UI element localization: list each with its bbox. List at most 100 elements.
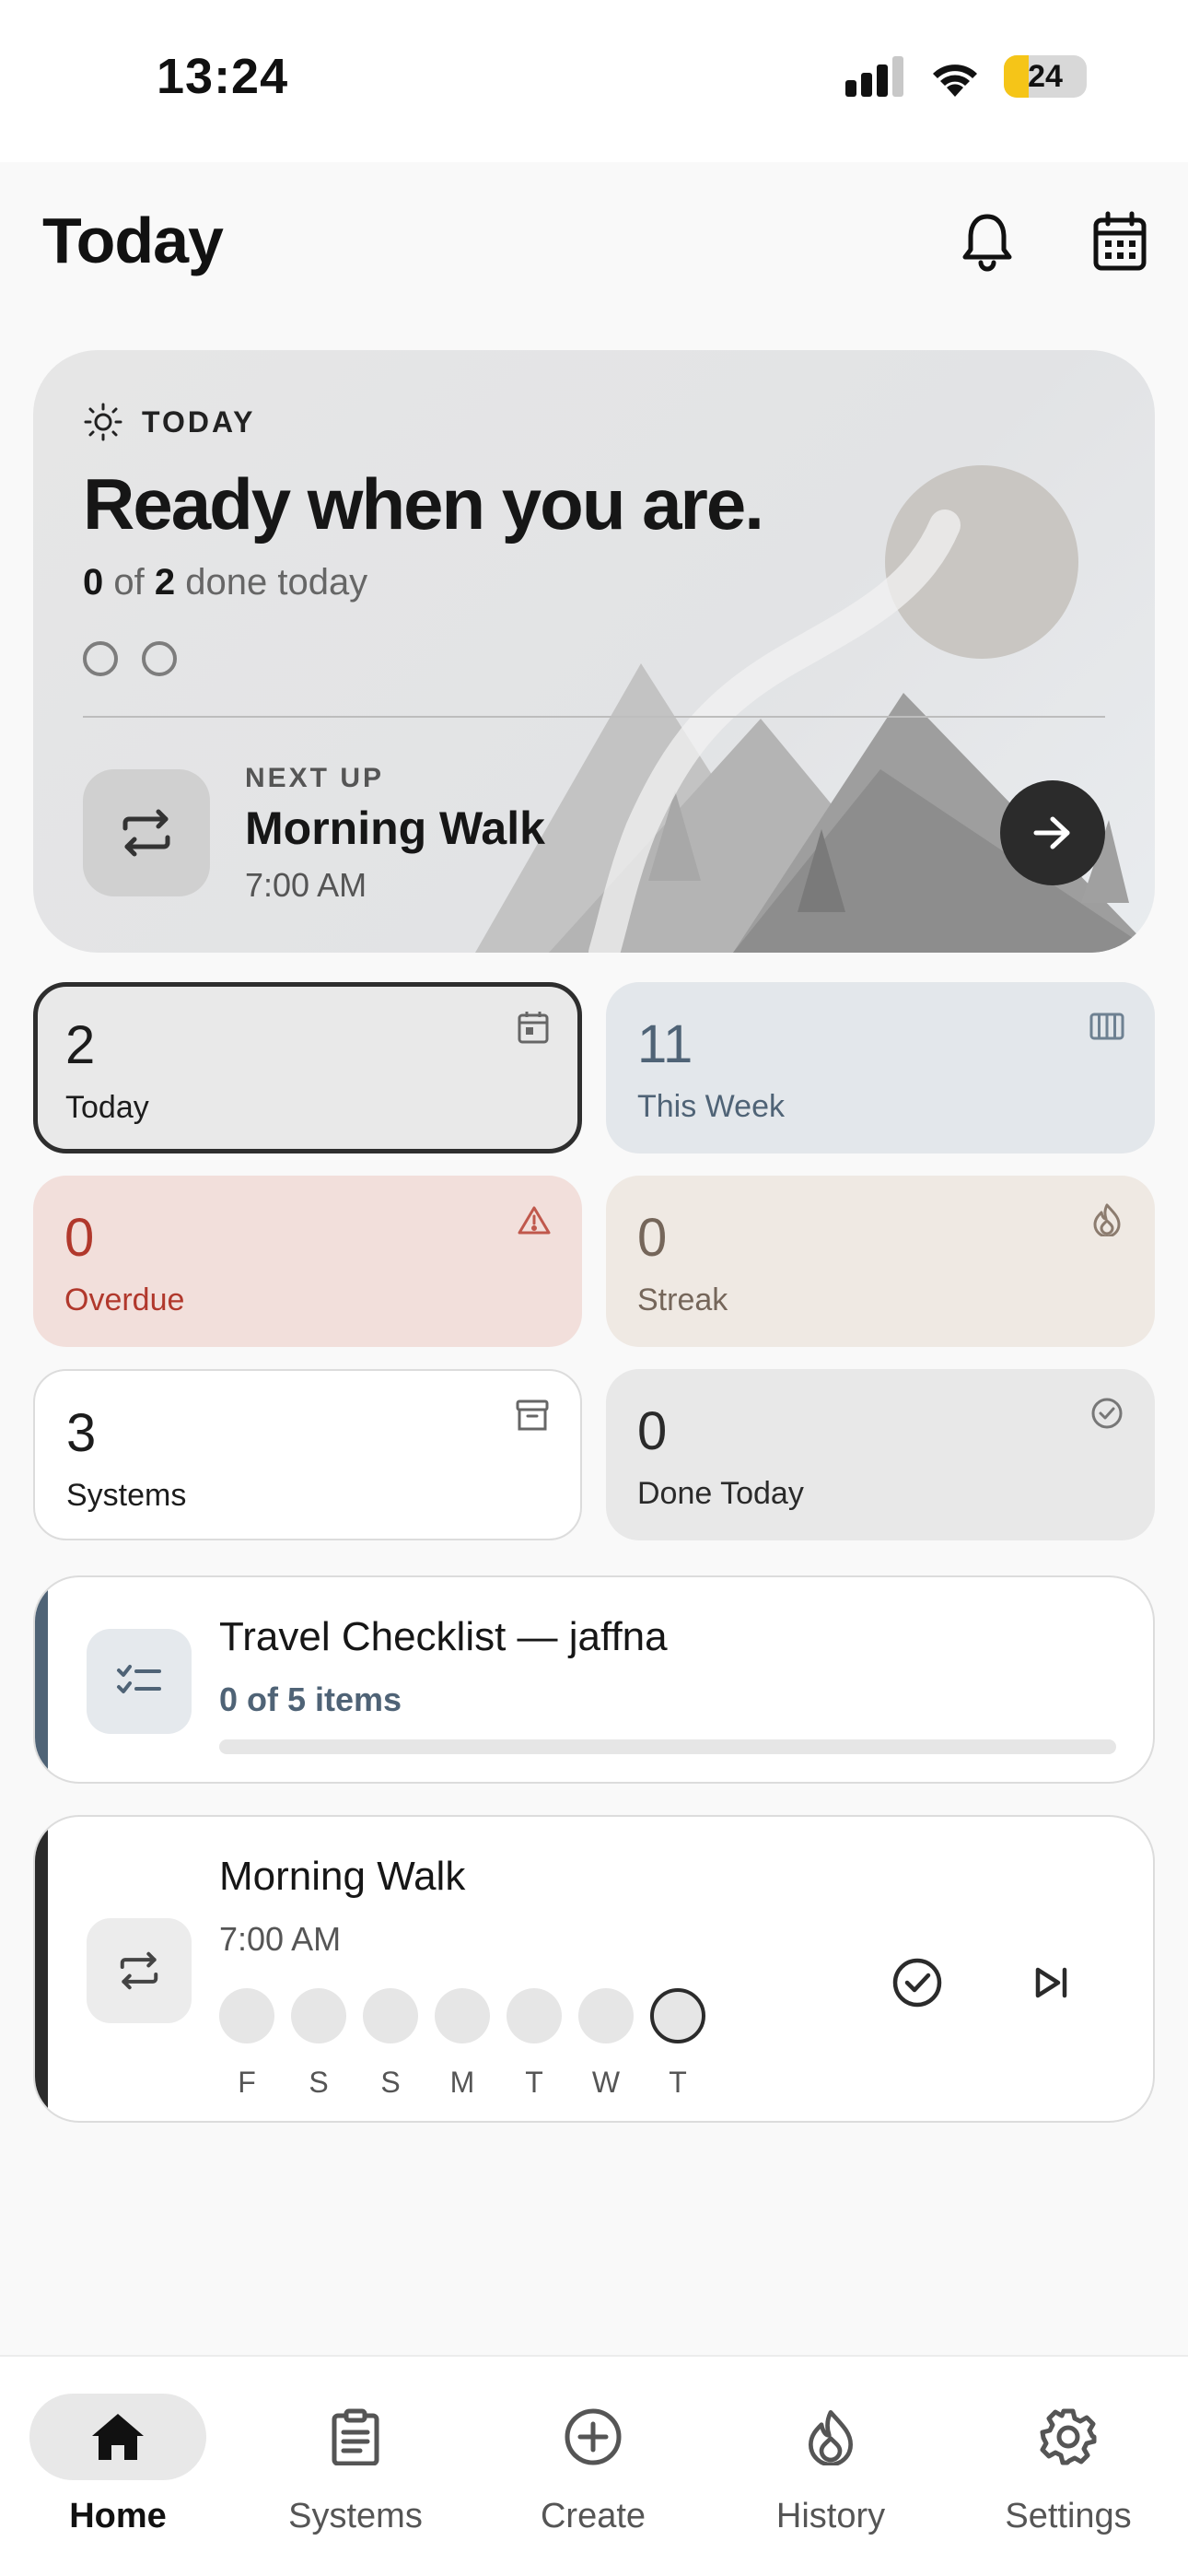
done-count: 0 <box>83 562 104 603</box>
day-circle <box>507 1988 562 2043</box>
checklist-title: Travel Checklist — jaffna <box>219 1614 668 1659</box>
day-circle <box>291 1988 346 2043</box>
bottom-tab-bar: Home Systems Create History Settings <box>0 2355 1188 2576</box>
hero-eyebrow-label: TODAY <box>142 404 256 439</box>
stat-streak[interactable]: 0 Streak <box>606 1176 1155 1347</box>
gear-icon <box>980 2394 1157 2480</box>
tab-label: Settings <box>1005 2497 1132 2535</box>
day-letter: S <box>309 2066 329 2099</box>
done-text: done today <box>185 562 368 603</box>
stat-label: Today <box>65 1090 149 1125</box>
tab-create[interactable]: Create <box>501 2394 685 2536</box>
day-letter: M <box>449 2066 475 2099</box>
warning-icon <box>514 1200 554 1240</box>
stat-today[interactable]: 2 Today <box>33 982 582 1153</box>
next-up-time: 7:00 AM <box>245 866 367 904</box>
tab-label: Create <box>540 2497 646 2535</box>
hero-divider <box>83 716 1105 718</box>
check-circle-icon <box>892 1958 942 2008</box>
stat-label: Overdue <box>64 1282 185 1317</box>
stat-systems[interactable]: 3 Systems <box>33 1369 582 1540</box>
routine-card[interactable]: Morning Walk 7:00 AM F S S M T W T <box>33 1815 1155 2123</box>
complete-button[interactable] <box>880 1946 954 2020</box>
card-accent <box>35 1577 48 1782</box>
stat-value: 2 <box>65 1015 96 1075</box>
day-circle <box>219 1988 274 2043</box>
hero-eyebrow: TODAY <box>83 402 255 442</box>
hero-progress-text: 0 of 2 done today <box>83 562 367 603</box>
checklist-progress-text: 0 of 5 items <box>219 1680 402 1718</box>
flame-icon <box>742 2394 919 2480</box>
day-circle <box>363 1988 418 2043</box>
day-item: T <box>507 1988 562 2100</box>
tab-label: Systems <box>288 2497 423 2535</box>
routine-time: 7:00 AM <box>219 1920 342 1958</box>
tab-history[interactable]: History <box>739 2394 923 2536</box>
battery-level: 24 <box>1028 58 1063 94</box>
progress-dot <box>142 641 177 676</box>
day-circle-today <box>650 1988 705 2043</box>
day-item: S <box>291 1988 346 2100</box>
home-icon <box>29 2394 206 2480</box>
stat-label: This Week <box>637 1089 785 1124</box>
sun-icon <box>84 403 122 441</box>
check-circle-icon <box>1087 1393 1127 1434</box>
stat-this-week[interactable]: 11 This Week <box>606 982 1155 1153</box>
stat-overdue[interactable]: 0 Overdue <box>33 1176 582 1347</box>
status-time: 13:24 <box>157 49 289 104</box>
tab-home[interactable]: Home <box>26 2394 210 2536</box>
clipboard-icon <box>267 2394 444 2480</box>
of-text: of <box>113 562 145 603</box>
tab-label: History <box>775 2497 886 2535</box>
hero-title: Ready when you are. <box>83 463 764 544</box>
day-letter: W <box>591 2066 621 2099</box>
day-item-today: T <box>650 1988 705 2100</box>
day-item: W <box>578 1988 634 2100</box>
start-next-button[interactable] <box>1000 780 1105 885</box>
next-up-label: NEXT UP <box>245 763 385 793</box>
routine-title: Morning Walk <box>219 1854 466 1899</box>
wifi-icon <box>933 64 977 97</box>
repeat-icon <box>87 1918 192 2023</box>
next-up-title: Morning Walk <box>245 802 545 854</box>
checklist-icon <box>87 1629 192 1734</box>
skip-next-icon <box>1035 1967 1067 1998</box>
stat-value: 0 <box>64 1208 95 1268</box>
stat-label: Streak <box>637 1282 728 1317</box>
archive-icon <box>512 1395 553 1435</box>
skip-button[interactable] <box>1015 1946 1089 2020</box>
hero-progress-dots <box>83 641 177 676</box>
stat-value: 0 <box>637 1208 668 1268</box>
signal-icon <box>845 56 903 97</box>
checklist-progress-bar <box>219 1739 1116 1754</box>
status-indicators: 24 <box>845 55 1087 98</box>
week-columns-icon <box>1087 1006 1127 1047</box>
day-item: M <box>435 1988 490 2100</box>
day-letter: T <box>669 2066 687 2099</box>
progress-dot <box>83 641 118 676</box>
day-circle <box>435 1988 490 2043</box>
day-item: S <box>363 1988 418 2100</box>
day-letter: S <box>380 2066 401 2099</box>
checklist-card[interactable]: Travel Checklist — jaffna 0 of 5 items <box>33 1575 1155 1784</box>
day-letter: F <box>238 2066 256 2099</box>
calendar-icon[interactable] <box>1083 205 1157 278</box>
day-letter: T <box>525 2066 543 2099</box>
repeat-icon <box>83 769 210 896</box>
stat-done-today[interactable]: 0 Done Today <box>606 1369 1155 1540</box>
flame-icon <box>1087 1200 1127 1240</box>
today-hero-card[interactable]: TODAY Ready when you are. 0 of 2 done to… <box>33 350 1155 953</box>
tab-label: Home <box>69 2497 167 2535</box>
total-count: 2 <box>154 562 176 603</box>
tab-systems[interactable]: Systems <box>263 2394 448 2536</box>
page-title: Today <box>42 205 224 276</box>
day-circle <box>578 1988 634 2043</box>
stat-value: 11 <box>637 1014 693 1074</box>
card-accent <box>35 1817 48 2121</box>
calendar-icon <box>513 1007 553 1048</box>
day-item: F <box>219 1988 274 2100</box>
tab-settings[interactable]: Settings <box>976 2394 1160 2536</box>
page-header: Today <box>0 162 1188 337</box>
stat-label: Done Today <box>637 1476 804 1511</box>
bell-icon[interactable] <box>950 205 1024 278</box>
